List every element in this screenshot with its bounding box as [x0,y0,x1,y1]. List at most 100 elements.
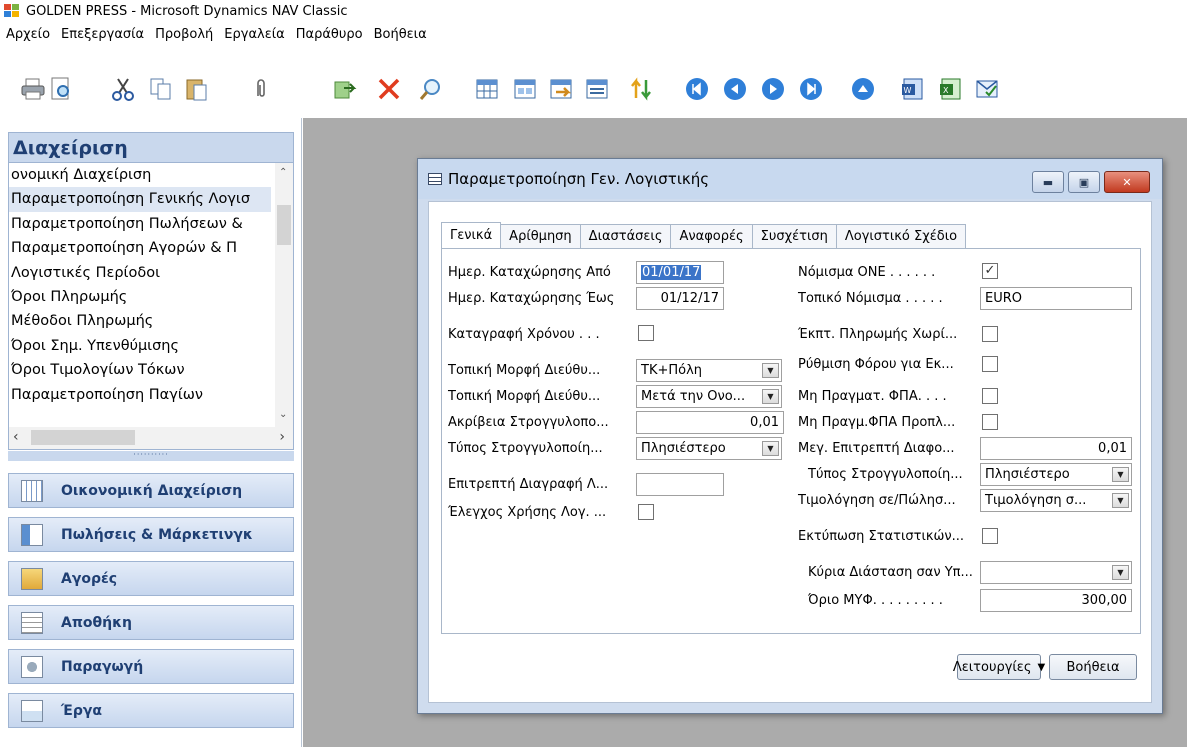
find-icon[interactable] [418,76,444,102]
inv-rounding-type-dropdown[interactable]: Πλησιέστερο ▼ [980,463,1132,486]
nav-item-payment-terms[interactable]: Όροι Πληρωμής [9,285,271,309]
last-record-icon[interactable] [798,76,824,102]
tab-general[interactable]: Γενικά [441,222,502,248]
pmt-disc-excl-vat-label: Έκπτ. Πληρωμής Χωρί... [798,327,958,342]
adjust-tax-checkbox[interactable] [982,356,998,372]
sort-icon[interactable] [628,76,654,102]
local-address-format-label: Τοπική Μορφή Διεύθυ... [448,363,601,378]
adjust-tax-label: Ρύθμιση Φόρου για Εκ... [798,357,954,372]
chevron-down-icon[interactable]: ▼ [762,389,779,404]
pane-splitter-grip[interactable]: ·········· [8,451,294,461]
table-icon[interactable] [474,76,500,102]
allow-delete-field[interactable] [636,473,724,496]
nav-button-jobs[interactable]: Έργα [8,693,294,728]
copy-icon[interactable] [148,76,174,102]
print-icon[interactable] [20,76,46,102]
print-vat-statistics-checkbox[interactable] [982,528,998,544]
scroll-thumb[interactable] [277,205,291,245]
chevron-down-icon[interactable]: ▼ [1112,493,1129,508]
lcy-limit-field[interactable]: 300,00 [980,589,1132,612]
prepayment-unrealized-vat-checkbox[interactable] [982,414,998,430]
cut-icon[interactable] [110,76,136,102]
delete-icon[interactable] [376,76,402,102]
menu-edit[interactable]: Επεξεργασία [61,27,144,42]
rounding-precision-label: Ακρίβεια Στρογγυλοπο... [448,415,609,430]
chevron-down-icon[interactable]: ▼ [762,441,779,456]
tab-chart-of-accounts[interactable]: Λογιστικό Σχέδιο [835,224,967,248]
emu-currency-checkbox[interactable]: ✓ [982,263,998,279]
nav-item-payment-methods[interactable]: Μέθοδοι Πληρωμής [9,309,271,333]
maximize-button[interactable]: ▣ [1068,171,1100,193]
horizontal-scrollbar[interactable]: ‹ › [9,427,293,449]
chevron-down-icon[interactable]: ▼ [1112,565,1129,580]
posting-to-field[interactable]: 01/12/17 [636,287,724,310]
jobs-icon [21,699,43,722]
menu-tools[interactable]: Εργαλεία [224,27,284,42]
outlook-icon[interactable] [974,76,1000,102]
excel-icon[interactable]: X [938,76,964,102]
nav-button-purchases[interactable]: Αγορές [8,561,294,596]
shortcut-dimension-dropdown[interactable]: ▼ [980,561,1132,584]
attach-icon[interactable] [248,76,274,102]
export-icon[interactable] [548,76,574,102]
first-record-icon[interactable] [684,76,710,102]
rounding-precision-field[interactable]: 0,01 [636,411,784,434]
nav-button-manufacturing[interactable]: Παραγωγή [8,649,294,684]
scroll-up-icon[interactable]: ⌃ [279,167,287,178]
nav-item-financial-management[interactable]: ονομική Διαχείριση [9,163,271,187]
hscroll-thumb[interactable] [31,430,135,445]
help-button[interactable]: Βοήθεια [1049,654,1137,680]
nav-button-warehouse[interactable]: Αποθήκη [8,605,294,640]
menu-view[interactable]: Προβολή [155,27,213,42]
nav-item-finance-charge-terms[interactable]: Όροι Τιμολογίων Τόκων [9,358,271,382]
form-icon[interactable] [512,76,538,102]
nav-item-fa-setup[interactable]: Παραμετροποίηση Παγίων [9,383,271,407]
print-preview-icon[interactable] [48,76,74,102]
scroll-down-icon[interactable]: ⌄ [279,409,287,420]
tab-dimensions[interactable]: Διαστάσεις [579,224,672,248]
menu-bar: Αρχείο Επεξεργασία Προβολή Εργαλεία Παρά… [0,22,1187,46]
minimize-button[interactable]: ▬ [1032,171,1064,193]
scroll-right-icon[interactable]: › [279,429,285,445]
paste-icon[interactable] [184,76,210,102]
nav-item-purchase-setup[interactable]: Παραμετροποίηση Αγορών & Π [9,236,271,260]
nav-pane-header: Διαχείριση [8,132,294,162]
navigation-pane: Διαχείριση ονομική Διαχείριση Παραμετροπ… [0,118,302,747]
nav-button-sales-marketing[interactable]: Πωλήσεις & Μάρκετινγκ [8,517,294,552]
next-record-icon[interactable] [760,76,786,102]
menu-file[interactable]: Αρχείο [6,27,50,42]
up-icon[interactable] [850,76,876,102]
functions-button[interactable]: Λειτουργίες ▼ [953,654,1045,680]
local-address-format-dropdown[interactable]: ΤΚ+Πόλη ▼ [636,359,782,382]
emu-currency-label: Νόμισμα ONE . . . . . . [798,265,936,280]
nav-item-gl-setup[interactable]: Παραμετροποίηση Γενικής Λογισ [9,187,271,212]
local-contact-format-dropdown[interactable]: Μετά την Ονο... ▼ [636,385,782,408]
previous-record-icon[interactable] [722,76,748,102]
list-icon[interactable] [584,76,610,102]
posting-from-field[interactable]: 01/01/17 [636,261,724,284]
tab-numbering[interactable]: Αρίθμηση [500,224,581,248]
register-time-checkbox[interactable] [638,325,654,341]
nav-item-sales-setup[interactable]: Παραμετροποίηση Πωλήσεων & [9,212,271,236]
check-account-usage-checkbox[interactable] [638,504,654,520]
post-icon[interactable] [332,76,358,102]
max-tolerance-field[interactable]: 0,01 [980,437,1132,460]
nav-item-accounting-periods[interactable]: Λογιστικές Περίοδοι [9,261,271,285]
rounding-type-dropdown[interactable]: Πλησιέστερο ▼ [636,437,782,460]
vertical-scrollbar[interactable]: ⌃ ⌄ [275,163,293,427]
close-button[interactable]: ✕ [1104,171,1150,193]
nav-item-reminder-terms[interactable]: Όροι Σημ. Υπενθύμισης [9,334,271,358]
unrealized-vat-checkbox[interactable] [982,388,998,404]
bill-to-sell-to-dropdown[interactable]: Τιμολόγηση σ... ▼ [980,489,1132,512]
menu-help[interactable]: Βοήθεια [374,27,427,42]
lcy-code-field[interactable]: EURO [980,287,1132,310]
nav-button-financial-management[interactable]: Οικονομική Διαχείριση [8,473,294,508]
scroll-left-icon[interactable]: ‹ [13,429,19,445]
tab-application[interactable]: Συσχέτιση [751,224,837,248]
pmt-disc-excl-vat-checkbox[interactable] [982,326,998,342]
tab-reporting[interactable]: Αναφορές [670,224,753,248]
chevron-down-icon[interactable]: ▼ [1112,467,1129,482]
word-icon[interactable]: W [900,76,926,102]
menu-window[interactable]: Παράθυρο [296,27,363,42]
chevron-down-icon[interactable]: ▼ [762,363,779,378]
